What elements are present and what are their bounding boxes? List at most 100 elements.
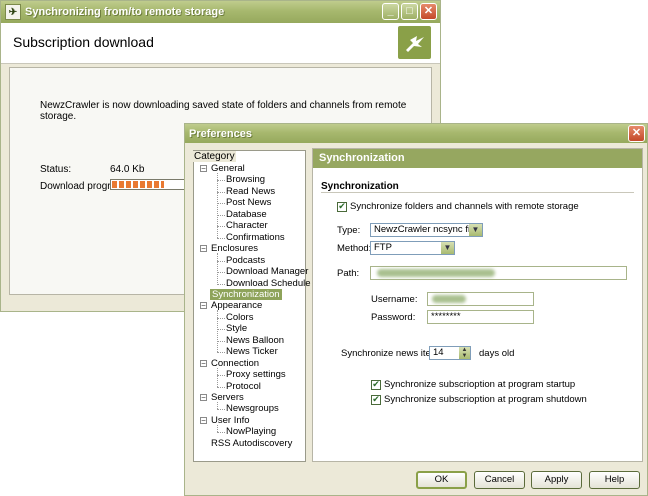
chevron-down-icon[interactable]: ▼: [469, 224, 482, 236]
tree-subitem[interactable]: Read News: [226, 186, 275, 197]
sync-startup-label: Synchronize subscriоption at program sta…: [384, 379, 576, 390]
checkmark-icon: ✔: [371, 394, 381, 405]
password-input[interactable]: ********: [427, 310, 534, 324]
status-label: Status:: [40, 164, 72, 175]
tree-connector: [217, 180, 225, 182]
tree-connector: [217, 226, 225, 228]
collapse-icon[interactable]: −: [200, 302, 207, 310]
tree-category[interactable]: Connection: [211, 358, 259, 369]
tree-subitem[interactable]: News Ticker: [226, 346, 278, 357]
collapse-icon[interactable]: −: [200, 394, 207, 402]
tree-connector: [217, 203, 225, 205]
days-old-label: days old: [479, 348, 515, 359]
section-divider: [321, 192, 634, 193]
preferences-title: Preferences: [189, 127, 252, 140]
tree-subitem[interactable]: Style: [226, 323, 247, 334]
tree-subitem[interactable]: Confirmations: [226, 232, 285, 243]
tree-subitem[interactable]: News Balloon: [226, 335, 284, 346]
preferences-close-icon[interactable]: ✕: [628, 125, 645, 142]
preferences-titlebar[interactable]: Preferences ✕: [185, 124, 647, 143]
stepper-arrows-icon[interactable]: ▲ ▼: [459, 347, 470, 359]
path-label: Path:: [337, 268, 360, 279]
maximize-icon[interactable]: □: [401, 3, 418, 20]
close-icon[interactable]: ✕: [420, 3, 437, 20]
tree-category[interactable]: RSS Autodiscovery: [211, 438, 292, 449]
collapse-icon[interactable]: −: [200, 245, 207, 253]
sync-shutdown-checkbox[interactable]: ✔ Synchronize subscriоption at program s…: [371, 394, 587, 405]
username-label: Username:: [371, 294, 418, 305]
type-value: NewzCrawler ncsync file: [374, 224, 478, 235]
tree-category[interactable]: Appearance: [211, 300, 262, 311]
download-message: NewzCrawler is now downloading saved sta…: [40, 100, 407, 122]
tree-subitem[interactable]: Database: [226, 209, 267, 220]
method-value: FTP: [374, 242, 392, 253]
tree-subitem[interactable]: Newsgroups: [226, 403, 279, 414]
help-button[interactable]: Help: [589, 471, 640, 489]
category-caption: Category: [193, 151, 236, 162]
tree-connector: [217, 340, 225, 342]
tree-subitem[interactable]: Protocol: [226, 381, 261, 392]
password-value: ********: [431, 311, 461, 322]
news-items-value: 14: [433, 347, 444, 358]
tree-category[interactable]: Synchronization: [210, 288, 282, 300]
collapse-icon[interactable]: −: [200, 165, 207, 173]
tree-subitem[interactable]: Post News: [226, 197, 271, 208]
apply-button[interactable]: Apply: [531, 471, 582, 489]
tree-subitem[interactable]: Proxy settings: [226, 369, 286, 380]
sync-shutdown-label: Synchronize subscriоption at program shu…: [384, 394, 587, 405]
tree-subitem[interactable]: Colors: [226, 312, 253, 323]
news-items-stepper[interactable]: 14 ▲ ▼: [429, 346, 471, 360]
sync-enable-label: Synchronize folders and channels with re…: [350, 201, 579, 212]
collapse-icon[interactable]: −: [200, 359, 207, 367]
tree-connector: [217, 191, 225, 193]
tree-category[interactable]: Enclosures: [211, 243, 258, 254]
category-tree[interactable]: General − Browsing Read News Post News Databa…: [193, 150, 311, 462]
method-select[interactable]: FTP ▼: [370, 241, 455, 255]
tree-connector: [217, 375, 225, 377]
app-icon: ✈: [5, 4, 21, 20]
password-label: Password:: [371, 312, 416, 323]
newzcrawler-logo-icon: [398, 26, 431, 59]
sync-window-header: Subscription download: [1, 23, 440, 64]
tree-subitem[interactable]: Browsing: [226, 174, 265, 185]
tree-subitem[interactable]: Character: [226, 220, 268, 231]
tree-connector: [217, 272, 225, 274]
tree-connector: [217, 310, 218, 353]
subscription-download-title: Subscription download: [13, 34, 154, 50]
tree-subitem[interactable]: Download Manager: [226, 266, 308, 277]
tree-connector: [217, 237, 225, 239]
path-redacted: [377, 269, 495, 277]
type-select[interactable]: NewzCrawler ncsync file ▼: [370, 223, 483, 237]
tree-subitem[interactable]: Podcasts: [226, 255, 265, 266]
tree-connector: [217, 432, 225, 434]
status-value: 64.0 Kb: [110, 164, 145, 175]
tree-connector: [217, 329, 225, 331]
tree-subitem[interactable]: NowPlaying: [226, 426, 276, 437]
method-label: Method:: [337, 243, 372, 254]
checkmark-icon: ✔: [337, 201, 347, 212]
type-label: Type:: [337, 225, 361, 236]
section-title: Synchronization: [321, 181, 399, 192]
tree-connector: [217, 367, 218, 387]
sync-enable-checkbox[interactable]: ✔ Synchronize folders and channels with …: [337, 201, 579, 212]
ok-button[interactable]: OK: [416, 471, 467, 489]
checkmark-icon: ✔: [371, 379, 381, 390]
sync-startup-checkbox[interactable]: ✔ Synchronize subscriоption at program s…: [371, 379, 575, 390]
tree-connector: [217, 283, 225, 285]
download-progress-fill: [112, 181, 164, 188]
tree-connector: [217, 214, 225, 216]
tree-subitem[interactable]: Download Schedule: [226, 278, 311, 289]
cancel-button[interactable]: Cancel: [474, 471, 525, 489]
tree-category[interactable]: Servers: [211, 392, 244, 403]
settings-panel: Synchronization Synchronization ✔ Synchr…: [312, 148, 643, 462]
chevron-down-icon[interactable]: ▼: [441, 242, 454, 254]
minimize-icon[interactable]: _: [382, 3, 399, 20]
collapse-icon[interactable]: −: [200, 416, 207, 424]
username-input[interactable]: [427, 292, 534, 306]
tree-connector: [217, 253, 218, 284]
sync-window-titlebar[interactable]: ✈ Synchronizing from/to remote storage _…: [1, 1, 440, 23]
path-input[interactable]: [370, 266, 627, 280]
sync-window-title: Synchronizing from/to remote storage: [25, 6, 225, 18]
tree-connector: [217, 317, 225, 319]
tree-connector: [217, 260, 225, 262]
